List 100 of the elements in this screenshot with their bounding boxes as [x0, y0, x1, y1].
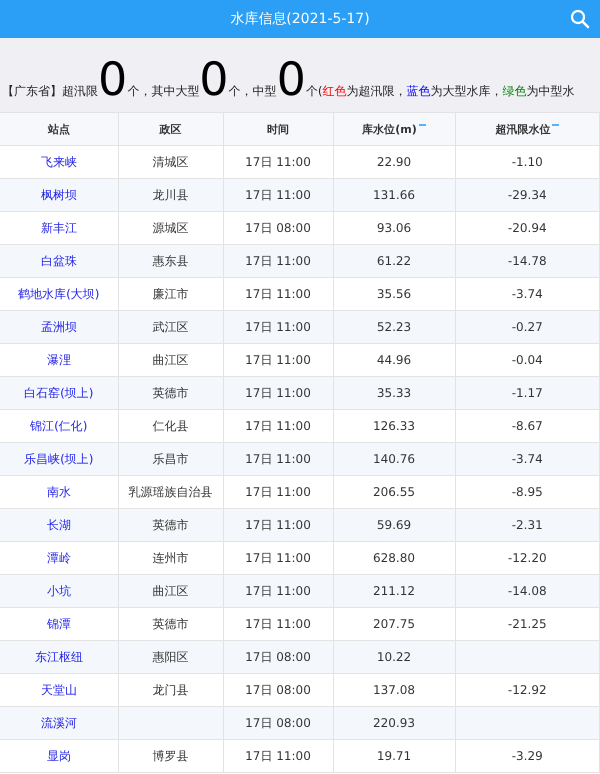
station-link[interactable]: 锦江(仁化): [30, 418, 88, 432]
table-cell: 17日 11:00: [245, 188, 311, 202]
table-cell: 惠阳区: [152, 650, 188, 664]
summary-text: 为大型水库，: [430, 86, 502, 98]
table-cell: 211.12: [373, 584, 415, 598]
table-cell: -3.29: [512, 749, 543, 763]
legend-label: 绿色: [502, 86, 526, 98]
table-cell: -2.31: [512, 518, 543, 532]
count-number: 0: [98, 56, 128, 102]
table-cell: 乳源瑶族自治县: [128, 484, 212, 498]
table-cell: -0.27: [512, 320, 543, 334]
column-header: 时间: [267, 122, 289, 136]
table-cell: 137.08: [373, 683, 415, 697]
table-cell: 17日 11:00: [245, 418, 311, 432]
table-cell: 17日 11:00: [245, 550, 311, 564]
table-cell: -3.74: [512, 287, 543, 301]
station-link[interactable]: 小坑: [46, 584, 71, 598]
table-cell: 博罗县: [152, 748, 188, 762]
table-cell: 惠东县: [152, 254, 188, 268]
station-link[interactable]: 鹤地水库(大坝): [18, 286, 100, 300]
table-cell: -14.78: [508, 254, 547, 268]
table-cell: 17日 08:00: [245, 220, 311, 234]
column-header: 站点: [48, 122, 70, 136]
table-cell: 乐昌市: [152, 452, 188, 466]
table-cell: 61.22: [376, 254, 412, 268]
table-cell: 17日 11:00: [245, 748, 311, 762]
table-cell: 17日 11:00: [245, 452, 311, 466]
table-cell: 17日 11:00: [245, 616, 311, 630]
table-cell: 英德市: [152, 616, 188, 630]
count-number: 0: [276, 56, 306, 102]
table-cell: -8.95: [512, 485, 543, 499]
station-link[interactable]: 潭岭: [46, 550, 71, 564]
station-link[interactable]: 锦潭: [46, 616, 71, 630]
table-cell: 连州市: [152, 550, 188, 564]
table-cell: 131.66: [373, 188, 415, 202]
station-link[interactable]: 孟洲坝: [40, 320, 77, 334]
station-link[interactable]: 东江枢纽: [34, 650, 83, 664]
table-cell: 武江区: [152, 320, 188, 334]
table-cell: 35.56: [376, 287, 412, 301]
table-cell: 59.69: [376, 518, 412, 532]
table-cell: 44.96: [376, 353, 412, 367]
summary-text: 为中型水: [526, 86, 574, 98]
station-link[interactable]: 新丰江: [40, 220, 77, 234]
table-cell: 曲江区: [152, 352, 188, 366]
station-link[interactable]: 瀑浬: [46, 352, 71, 366]
station-link[interactable]: 飞来峡: [40, 154, 77, 168]
table-cell: 17日 11:00: [245, 254, 311, 268]
count-number: 0: [199, 56, 229, 102]
table-cell: -0.04: [512, 353, 543, 367]
table-cell: 曲江区: [152, 584, 188, 598]
table-cell: 龙门县: [152, 682, 188, 696]
table-cell: -1.10: [512, 155, 543, 169]
summary-text: 为超汛限，: [346, 86, 406, 98]
summary-text: 个，中型: [228, 86, 277, 98]
table-cell: 17日 11:00: [245, 286, 311, 300]
table-cell: 英德市: [152, 386, 188, 400]
page-title: 水库信息(2021-5-17): [230, 10, 370, 28]
table-cell: -20.94: [508, 221, 547, 235]
table-cell: 93.06: [376, 221, 412, 235]
table-cell: 140.76: [373, 452, 415, 466]
table-cell: 17日 08:00: [245, 682, 311, 696]
table-cell: -21.25: [508, 617, 547, 631]
search-button[interactable]: [568, 7, 592, 31]
summary-text: 【广东省】超汛限: [2, 86, 98, 98]
table-cell: 17日 11:00: [245, 320, 311, 334]
table-cell: -12.92: [508, 683, 547, 697]
table-cell: 廉江市: [152, 286, 188, 300]
table-cell: 220.93: [373, 716, 415, 730]
station-link[interactable]: 长湖: [46, 518, 71, 532]
column-header: 政区: [160, 122, 182, 136]
table-cell: 17日 11:00: [245, 352, 311, 366]
table-cell: 207.75: [373, 617, 415, 631]
table-cell: -1.17: [512, 386, 543, 400]
station-link[interactable]: 白盆珠: [40, 254, 77, 268]
table-cell: 206.55: [373, 485, 415, 499]
table-cell: 17日 11:00: [245, 518, 311, 532]
summary-text: 个，其中大型: [127, 86, 200, 98]
table-cell: 英德市: [152, 518, 188, 532]
station-link[interactable]: 天堂山: [40, 682, 77, 696]
table-cell: 22.90: [376, 155, 412, 169]
table-cell: 52.23: [376, 320, 412, 334]
station-link[interactable]: 流溪河: [40, 716, 77, 730]
legend-label: 红色: [322, 86, 346, 98]
column-header[interactable]: 超汛限水位: [495, 122, 550, 136]
table-cell: 龙川县: [152, 188, 188, 202]
station-link[interactable]: 枫树坝: [40, 188, 77, 202]
search-icon: [570, 9, 590, 29]
station-link[interactable]: 显岗: [46, 748, 71, 762]
table-cell: 10.22: [376, 650, 412, 664]
table-cell: 17日 11:00: [245, 484, 311, 498]
table-cell: 628.80: [373, 551, 415, 565]
table-cell: -29.34: [508, 188, 547, 202]
table-cell: 126.33: [373, 419, 415, 433]
table-cell: 清城区: [152, 154, 188, 168]
station-link[interactable]: 南水: [46, 484, 71, 498]
table-cell: 17日 11:00: [245, 154, 311, 168]
table-cell: 17日 08:00: [245, 650, 311, 664]
table-cell: -3.74: [512, 452, 543, 466]
table-cell: 仁化县: [152, 418, 188, 432]
table-cell: -14.08: [508, 584, 547, 598]
